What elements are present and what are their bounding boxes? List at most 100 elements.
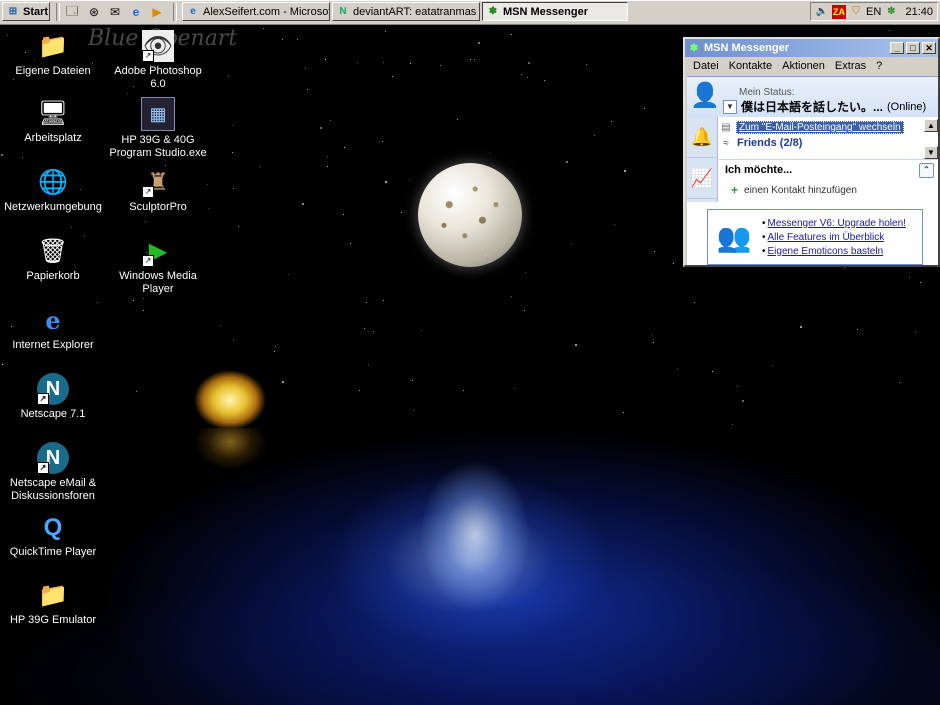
media-player-icon: ▶ ↗: [142, 235, 174, 267]
show-desktop-icon[interactable]: 🗔: [64, 4, 80, 20]
minimize-button[interactable]: _: [890, 42, 904, 54]
messenger-ad-panel: 👥 Messenger V6: Upgrade holen! Alle Feat…: [707, 209, 923, 265]
ad-link-emoticons[interactable]: Eigene Emoticons basteln: [762, 246, 906, 257]
task-button-msn[interactable]: ✽ MSN Messenger: [482, 2, 628, 21]
desktop-icon-sculptorpro[interactable]: ♜ ↗ SculptorPro: [108, 166, 208, 214]
desktop-icon-eigene-dateien[interactable]: 📁 Eigene Dateien: [3, 30, 103, 78]
menu-extras[interactable]: Extras: [835, 60, 866, 72]
star: [145, 221, 146, 222]
star: [302, 203, 304, 205]
star: [263, 28, 264, 29]
star: [71, 227, 72, 228]
start-button[interactable]: ⊞ Start: [2, 2, 50, 21]
desktop-icon-photoshop[interactable]: 👁 ↗ Adobe Photoshop 6.0: [108, 30, 208, 91]
language-indicator[interactable]: EN: [866, 6, 881, 18]
menu-aktionen[interactable]: Aktionen: [782, 60, 825, 72]
mail-icon[interactable]: ✉: [107, 4, 123, 20]
ie-icon[interactable]: e: [128, 4, 144, 20]
status-selector[interactable]: ▼ 僕は日本語を話したい。... (Online): [723, 98, 926, 115]
i-want-to-header[interactable]: Ich möchte... ⌃: [719, 159, 938, 179]
clock[interactable]: 21:40: [905, 6, 933, 18]
collapse-up-icon[interactable]: ⌃: [919, 163, 934, 178]
star: [712, 371, 713, 372]
desktop-icon-internet-explorer[interactable]: e Internet Explorer: [3, 304, 103, 352]
contact-list-scrollbar[interactable]: ▲ ▼: [924, 119, 938, 159]
star: [514, 388, 515, 389]
star: [143, 298, 144, 299]
star: [651, 334, 652, 335]
desktop-icon-papierkorb[interactable]: 🗑 Papierkorb: [3, 235, 103, 283]
star: [364, 328, 365, 329]
msn-messenger-window: ✽ MSN Messenger _ □ ✕ Datei Kontakte Akt…: [683, 37, 940, 267]
add-contact-label[interactable]: einen Kontakt hinzufügen: [744, 185, 857, 196]
zonealarm-icon[interactable]: ZA: [832, 4, 846, 19]
star: [586, 64, 587, 65]
shortcut-arrow-icon: ↗: [37, 462, 49, 474]
scroll-up-icon[interactable]: ▲: [924, 119, 938, 132]
maximize-button[interactable]: □: [906, 42, 920, 54]
msn-tray-icon[interactable]: ✽: [884, 5, 898, 19]
taskbar-separator: [56, 3, 60, 21]
menu-datei[interactable]: Datei: [693, 60, 719, 72]
icon-label: QuickTime Player: [9, 546, 97, 558]
desktop-icon-hp-program-studio[interactable]: ▦ HP 39G & 40G Program Studio.exe: [108, 97, 208, 160]
security-shield-icon[interactable]: ⛉: [849, 5, 863, 19]
menu-kontakte[interactable]: Kontakte: [729, 60, 772, 72]
media-player-icon[interactable]: ▶: [149, 4, 165, 20]
icon-label: Adobe Photoshop 6.0: [114, 65, 202, 90]
close-button[interactable]: ✕: [922, 42, 936, 54]
ad-link-features[interactable]: Alle Features im Überblick: [762, 232, 906, 243]
desktop-icon-netzwerkumgebung[interactable]: 🌐 Netzwerkumgebung: [3, 166, 103, 214]
desktop-icon-arbeitsplatz[interactable]: 🖥 Arbeitsplatz: [3, 97, 103, 145]
star: [274, 351, 275, 352]
stocks-tab-chart-icon[interactable]: 📈: [687, 158, 717, 199]
star: [412, 380, 413, 381]
shortcut-arrow-icon: ↗: [142, 50, 154, 62]
desktop-icon-windows-media-player[interactable]: ▶ ↗ Windows Media Player: [108, 235, 208, 296]
star: [521, 74, 522, 75]
inbox-link[interactable]: Zum "E-Mail-Posteingang" wechseln: [736, 120, 904, 134]
system-tray: 🔈 ZA ⛉ EN ✽ 21:40: [810, 2, 938, 21]
scroll-down-icon[interactable]: ▼: [924, 146, 938, 159]
star: [220, 325, 221, 326]
star: [677, 368, 678, 369]
collapse-chevron-icon[interactable]: ≈: [719, 136, 733, 150]
star: [800, 326, 802, 328]
star: [368, 364, 369, 365]
recycle-bin-icon: 🗑: [37, 237, 69, 265]
desktop-icon-netscape-mail[interactable]: N ↗ Netscape eMail & Diskussionsforen: [3, 442, 103, 503]
add-contact-action[interactable]: + einen Kontakt hinzufügen: [731, 183, 857, 197]
shortcut-arrow-icon: ↗: [37, 393, 49, 405]
ad-link-upgrade[interactable]: Messenger V6: Upgrade holen!: [762, 218, 906, 229]
friends-group[interactable]: ≈ Friends (2/8): [719, 135, 924, 151]
outlook-express-icon[interactable]: ⊛: [86, 4, 102, 20]
icon-label: HP 39G & 40G Program Studio.exe: [109, 134, 207, 159]
icon-label: Netscape 7.1: [20, 408, 86, 420]
window-titlebar[interactable]: ✽ MSN Messenger _ □ ✕: [685, 39, 938, 57]
display-name[interactable]: 僕は日本語を話したい。...: [741, 98, 883, 115]
volume-icon[interactable]: 🔈: [815, 5, 829, 19]
desktop-icon-quicktime[interactable]: Q QuickTime Player: [3, 511, 103, 559]
star: [143, 310, 144, 311]
chevron-down-icon[interactable]: ▼: [723, 99, 737, 114]
friends-group-label[interactable]: Friends (2/8): [737, 137, 802, 149]
windows-logo-icon: ⊞: [8, 6, 18, 17]
task-button-netscape[interactable]: N deviantART: eatatranmas -...: [332, 2, 480, 21]
task-button-ie[interactable]: e AlexSeifert.com - Microsoft...: [182, 2, 330, 21]
icon-label: HP 39G Emulator: [9, 614, 96, 626]
desktop-icon-hp39g-emulator[interactable]: 📁 HP 39G Emulator: [3, 579, 103, 627]
online-status[interactable]: (Online): [887, 101, 926, 113]
star: [305, 68, 306, 69]
alerts-tab-bell-icon[interactable]: 🔔: [687, 117, 717, 158]
star: [624, 170, 626, 172]
status-label: Mein Status:: [739, 87, 795, 98]
folder-icon: 📁: [38, 581, 68, 609]
star: [410, 63, 411, 64]
scroll-track[interactable]: [924, 132, 938, 146]
menu-help[interactable]: ?: [876, 60, 882, 72]
desktop-icon-netscape[interactable]: N ↗ Netscape 7.1: [3, 373, 103, 421]
star: [383, 300, 384, 301]
star: [320, 127, 322, 129]
netscape-mail-icon: N ↗: [37, 442, 69, 474]
ie-icon: e: [45, 305, 61, 335]
